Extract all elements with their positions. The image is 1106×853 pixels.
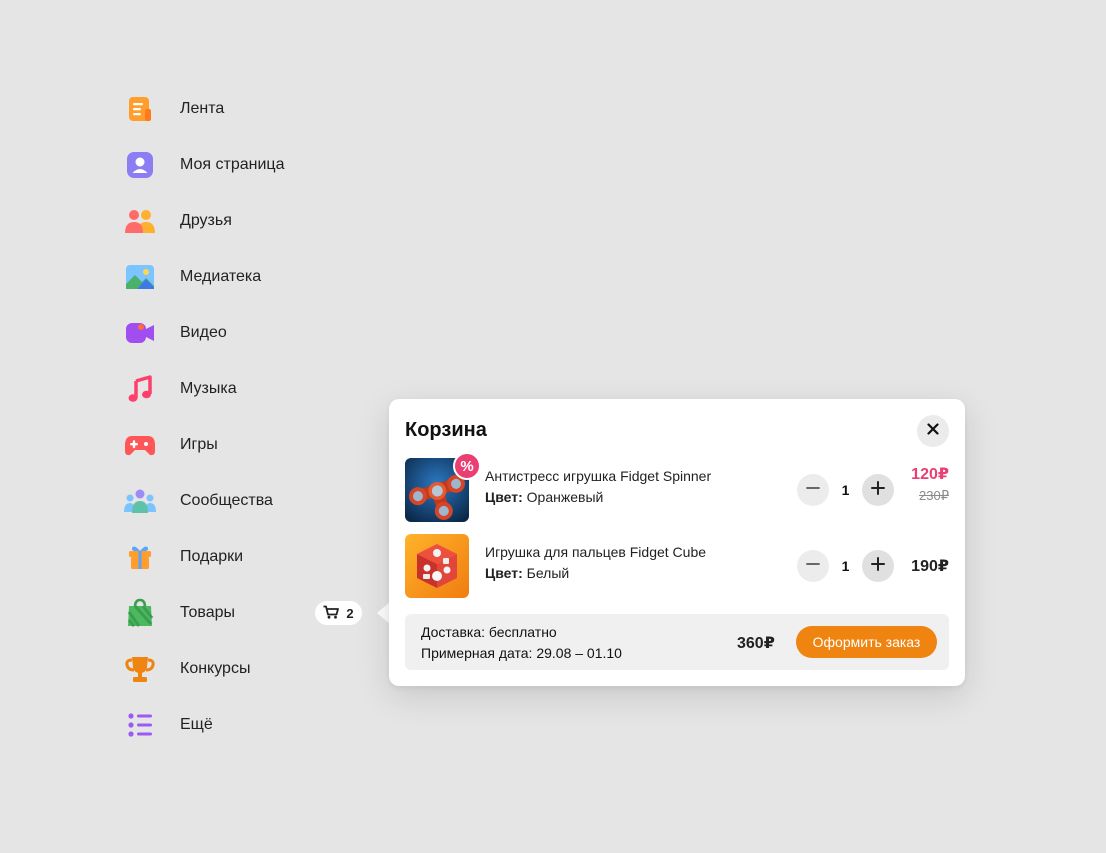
plus-icon — [871, 556, 885, 576]
item-attr-value: Белый — [526, 565, 570, 581]
gift-icon — [124, 541, 156, 573]
minus-icon — [806, 557, 820, 576]
sidebar-nav: Лента Моя страница Друзья Медиатека Виде… — [124, 81, 374, 753]
sidebar-item-music[interactable]: Музыка — [124, 361, 374, 417]
close-button[interactable] — [917, 415, 949, 447]
item-attr-value: Оранжевый — [526, 489, 604, 505]
checkout-button[interactable]: Оформить заказ — [796, 626, 937, 658]
estimated-date: Примерная дата: 29.08 – 01.10 — [421, 645, 622, 661]
sidebar-item-label: Игры — [180, 436, 218, 453]
trophy-icon — [124, 653, 156, 685]
sidebar-item-media[interactable]: Медиатека — [124, 249, 374, 305]
close-icon — [927, 422, 939, 440]
sidebar-item-label: Лента — [180, 100, 225, 117]
original-price: 230₽ — [919, 488, 949, 503]
cart-item: % Антистресс игрушка Fidget Spinner Цвет… — [405, 452, 949, 522]
fidget-cube-image[interactable] — [405, 534, 469, 598]
sidebar-item-label: Моя страница — [180, 156, 285, 173]
video-icon — [124, 317, 156, 349]
item-attr-label: Цвет: — [485, 489, 523, 505]
sidebar-item-label: Видео — [180, 324, 227, 341]
minus-icon — [806, 481, 820, 500]
app-window: Лента Моя страница Друзья Медиатека Виде… — [0, 0, 1106, 853]
decrease-quantity-button[interactable] — [797, 550, 829, 582]
sidebar-item-label: Музыка — [180, 380, 237, 397]
delivery-info: Доставка: бесплатно — [421, 624, 557, 640]
quantity-value: 1 — [841, 558, 850, 574]
item-color: Цвет: Белый — [485, 565, 569, 581]
discount-badge: % — [453, 452, 481, 480]
music-icon — [124, 373, 156, 405]
cart-popup: Корзина % Антистресс игрушка Fidget Spin… — [389, 399, 965, 686]
gallery-icon — [124, 261, 156, 293]
decrease-quantity-button[interactable] — [797, 474, 829, 506]
communities-icon — [124, 485, 156, 517]
item-color: Цвет: Оранжевый — [485, 489, 603, 505]
sidebar-item-label: Друзья — [180, 212, 232, 229]
profile-icon — [124, 149, 156, 181]
increase-quantity-button[interactable] — [862, 550, 894, 582]
sidebar-item-contests[interactable]: Конкурсы — [124, 641, 374, 697]
sidebar-item-communities[interactable]: Сообщества — [124, 473, 374, 529]
more-list-icon — [124, 709, 156, 741]
order-total: 360₽ — [737, 635, 775, 652]
sidebar-item-gifts[interactable]: Подарки — [124, 529, 374, 585]
gamepad-icon — [124, 429, 156, 461]
discounted-price: 120₽ — [911, 466, 949, 483]
item-attr-label: Цвет: — [485, 565, 523, 581]
sidebar-item-games[interactable]: Игры — [124, 417, 374, 473]
sidebar-item-feed[interactable]: Лента — [124, 81, 374, 137]
item-price: 190₽ — [911, 558, 949, 575]
sidebar-item-video[interactable]: Видео — [124, 305, 374, 361]
order-summary: Доставка: бесплатно Примерная дата: 29.0… — [405, 614, 949, 670]
sidebar-item-more[interactable]: Ещё — [124, 697, 374, 753]
sidebar-item-label: Товары — [180, 604, 236, 621]
sidebar-item-label: Медиатека — [180, 268, 262, 285]
cart-item: Игрушка для пальцев Fidget Cube Цвет: Бе… — [405, 534, 949, 598]
item-name[interactable]: Игрушка для пальцев Fidget Cube — [485, 544, 706, 560]
sidebar-item-label: Сообщества — [180, 492, 273, 509]
shopping-bag-icon — [124, 597, 156, 629]
cart-count: 2 — [346, 605, 354, 621]
sidebar-item-label: Ещё — [180, 716, 213, 733]
feed-icon — [124, 93, 156, 125]
sidebar-item-label: Подарки — [180, 548, 244, 565]
sidebar-item-my-page[interactable]: Моя страница — [124, 137, 374, 193]
increase-quantity-button[interactable] — [862, 474, 894, 506]
plus-icon — [871, 480, 885, 500]
quantity-value: 1 — [841, 482, 850, 498]
item-name[interactable]: Антистресс игрушка Fidget Spinner — [485, 468, 711, 484]
cart-title: Корзина — [405, 419, 487, 441]
sidebar-item-friends[interactable]: Друзья — [124, 193, 374, 249]
sidebar-item-label: Конкурсы — [180, 660, 251, 677]
cart-icon — [323, 605, 340, 622]
friends-icon — [124, 205, 156, 237]
cart-count-pill[interactable]: 2 — [315, 601, 362, 625]
